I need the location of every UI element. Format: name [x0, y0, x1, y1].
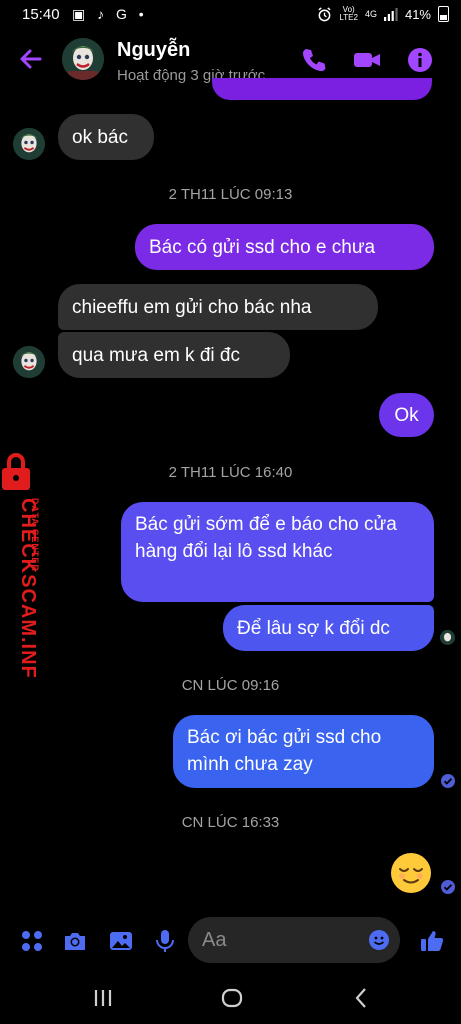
volte-indicator: Vo) LTE2: [339, 5, 358, 22]
message-input[interactable]: Aa: [188, 917, 400, 963]
input-placeholder: Aa: [202, 929, 227, 951]
emoji-icon[interactable]: [368, 929, 390, 951]
camera-icon[interactable]: [62, 928, 88, 954]
message-bubble-outgoing[interactable]: Ok: [379, 393, 434, 437]
microphone-icon[interactable]: [152, 928, 178, 954]
info-icon[interactable]: [406, 46, 434, 74]
signal-icon: [383, 7, 398, 21]
message-bubble-outgoing[interactable]: Bác có gửi ssd cho e chưa: [135, 224, 434, 270]
message-bubble-incoming[interactable]: chieeffu em gửi cho bác nha: [58, 284, 378, 330]
menu-dots-icon[interactable]: [19, 928, 45, 954]
back-arrow-icon[interactable]: [18, 46, 44, 72]
status-bar: 15:40 ▣ ♪ G • Vo) LTE2 4G 41%: [0, 0, 461, 30]
back-nav-icon[interactable]: [349, 986, 373, 1010]
message-bubble-outgoing[interactable]: Để lâu sợ k đổi dc: [223, 605, 434, 651]
checkscam-watermark: CHECKSCAM.INFO DATA CENTER: [2, 453, 40, 678]
gallery-icon[interactable]: [108, 928, 134, 954]
relieved-face-emoji[interactable]: [390, 852, 432, 894]
contact-name: Nguyễn: [117, 39, 191, 61]
message-composer: Aa: [0, 914, 461, 970]
phone-call-icon[interactable]: [300, 46, 328, 74]
timestamp: CN LÚC 09:16: [181, 677, 280, 694]
recent-apps-icon[interactable]: [91, 986, 115, 1010]
android-nav-bar: [0, 970, 461, 1024]
avatar[interactable]: [62, 38, 104, 80]
timestamp: 2 TH11 LÚC 09:13: [168, 186, 293, 203]
message-bubble-outgoing[interactable]: Bác ơi bác gửi ssd cho mình chưa zay: [173, 715, 434, 788]
watermark-datacenter: DATA CENTER: [30, 498, 40, 572]
sender-avatar: [13, 128, 45, 160]
sender-avatar: [13, 346, 45, 378]
status-right: Vo) LTE2 4G 41%: [317, 6, 449, 22]
message-bubble-incoming[interactable]: qua mưa em k đi đc: [58, 332, 290, 378]
battery-icon: [438, 6, 449, 22]
delivered-check-icon: [441, 880, 455, 894]
timestamp: CN LÚC 16:33: [181, 814, 280, 831]
message-bubble-incoming[interactable]: ok bác: [58, 114, 154, 160]
battery-percent: 41%: [404, 6, 431, 22]
status-time: 15:40: [22, 6, 60, 23]
message-bubble-outgoing[interactable]: Bác gửi sớm để e báo cho cửa hàng đổi lạ…: [121, 502, 434, 602]
previous-message-bubble: [212, 78, 432, 100]
network-type: 4G: [364, 9, 377, 19]
timestamp: 2 TH11 LÚC 16:40: [168, 464, 293, 481]
alarm-icon: [318, 6, 331, 21]
seen-avatar: [440, 630, 455, 645]
notification-icons: ▣ ♪ G •: [72, 6, 148, 22]
thumbs-up-icon[interactable]: [419, 928, 445, 954]
video-call-icon[interactable]: [352, 46, 382, 74]
home-icon[interactable]: [220, 986, 244, 1010]
delivered-check-icon: [441, 774, 455, 788]
